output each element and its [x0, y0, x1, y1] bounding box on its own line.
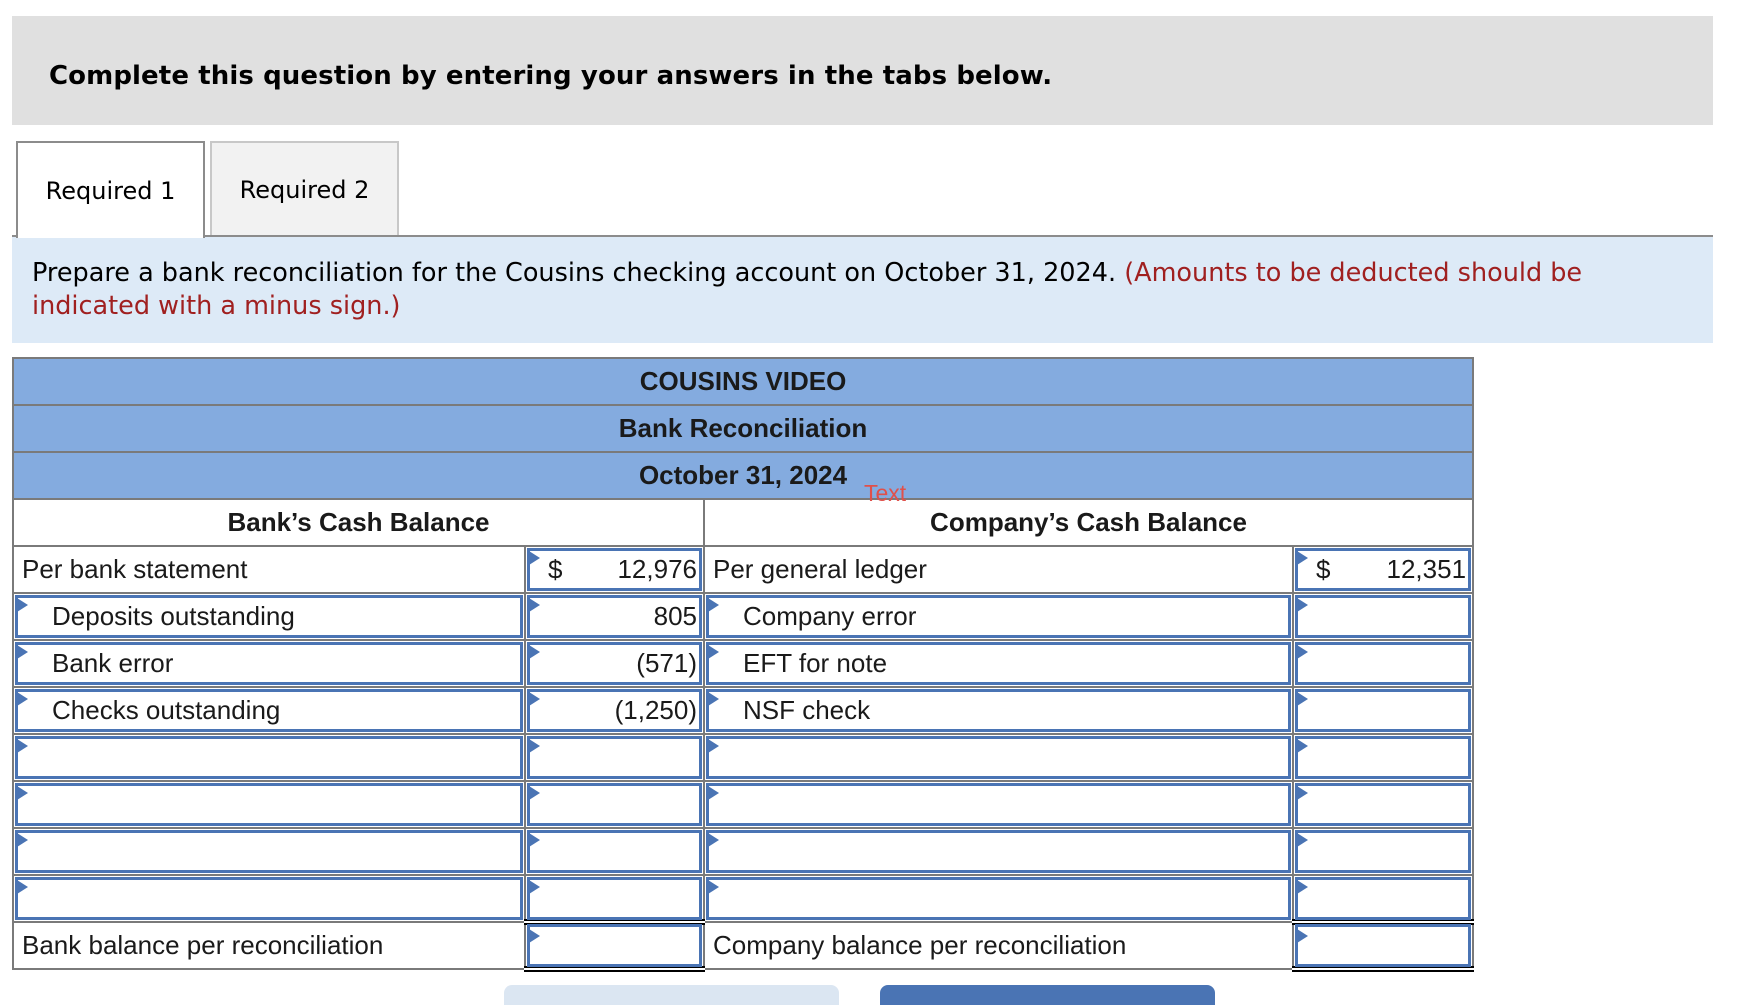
company-total-input[interactable]	[1291, 921, 1475, 972]
company-row-label-select[interactable]: NSF check	[703, 686, 1294, 735]
bank-row-label-select[interactable]: Checks outstanding	[12, 686, 526, 735]
company-name: COUSINS VIDEO	[11, 357, 1475, 406]
company-amount-input[interactable]: $12,351	[1291, 545, 1475, 594]
bank-reconciliation-table: COUSINS VIDEO Bank Reconciliation Octobe…	[11, 357, 1475, 972]
bank-row-label-select[interactable]	[12, 733, 526, 782]
company-amount-input[interactable]	[1291, 592, 1475, 641]
bank-amount-input[interactable]	[524, 827, 705, 876]
statement-title: Bank Reconciliation	[11, 404, 1475, 453]
banner-text: Complete this question by entering your …	[49, 61, 1053, 91]
company-amount-input[interactable]	[1291, 874, 1475, 925]
company-amount-input[interactable]	[1291, 733, 1475, 782]
company-row-label-select[interactable]	[703, 733, 1294, 782]
company-row-label-select[interactable]	[703, 780, 1294, 829]
bank-row-label-select[interactable]	[12, 827, 526, 876]
bank-amount-input[interactable]: (571)	[524, 639, 705, 688]
instruction-text: Prepare a bank reconciliation for the Co…	[32, 258, 1117, 288]
previous-button[interactable]	[504, 985, 839, 1005]
dollar-sign: $	[1316, 554, 1331, 584]
company-cash-balance-header: Company’s Cash Balance	[702, 498, 1475, 547]
bank-row-label-select[interactable]	[12, 780, 526, 829]
bank-amount-input[interactable]: 805	[524, 592, 705, 641]
bank-amount-input[interactable]	[524, 780, 705, 829]
company-amount-input[interactable]	[1291, 639, 1475, 688]
company-row-label-select[interactable]	[703, 827, 1294, 876]
company-total-label: Company balance per reconciliation	[703, 921, 1294, 970]
bank-row-label-select[interactable]	[12, 874, 526, 923]
next-button[interactable]	[880, 985, 1215, 1005]
company-amount-input[interactable]	[1291, 686, 1475, 735]
instructions-banner: Complete this question by entering your …	[12, 16, 1713, 125]
bank-total-label: Bank balance per reconciliation	[12, 921, 526, 970]
company-row-label-select[interactable]: EFT for note	[703, 639, 1294, 688]
tab-required-1[interactable]: Required 1	[16, 141, 205, 238]
text-overlay-tag: Text	[864, 480, 907, 506]
dollar-sign: $	[548, 554, 563, 584]
bank-amount-input[interactable]: (1,250)	[524, 686, 705, 735]
bank-cash-balance-header: Bank’s Cash Balance	[12, 498, 705, 547]
bank-row-label-select[interactable]: Deposits outstanding	[12, 592, 526, 641]
company-row-label-select[interactable]	[703, 874, 1294, 923]
bank-row-label: Per bank statement	[12, 545, 526, 594]
company-row-label: Per general ledger	[703, 545, 1294, 594]
bank-row-label-select[interactable]: Bank error	[12, 639, 526, 688]
question-instructions: Prepare a bank reconciliation for the Co…	[12, 237, 1713, 343]
bank-amount-input[interactable]	[524, 874, 705, 925]
company-amount-input[interactable]	[1291, 780, 1475, 829]
bank-amount-input[interactable]	[524, 733, 705, 782]
tab-required-2[interactable]: Required 2	[210, 141, 399, 236]
bank-total-input[interactable]	[524, 921, 705, 972]
bank-amount-input[interactable]: $12,976	[524, 545, 705, 594]
company-amount-input[interactable]	[1291, 827, 1475, 876]
statement-date: October 31, 2024	[11, 451, 1475, 500]
company-row-label-select[interactable]: Company error	[703, 592, 1294, 641]
